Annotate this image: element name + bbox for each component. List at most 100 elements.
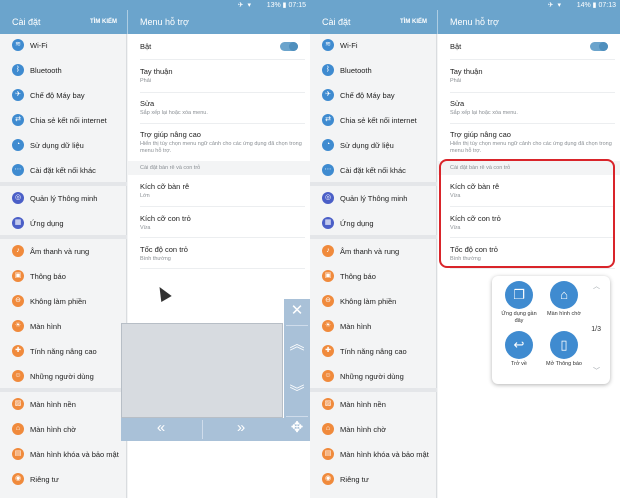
sidebar-item[interactable]: ◎ Quản lý Thông minh — [310, 187, 437, 211]
recent-apps-icon: ❐ — [513, 287, 525, 302]
item-title: Kích cỡ con trỏ — [140, 214, 191, 223]
sidebar-item-label: Tính năng nâng cao — [340, 347, 407, 356]
wifi-icon: ≋ — [12, 39, 24, 51]
scroll-right-icon[interactable]: » — [221, 419, 261, 436]
sidebar-item-label: Quản lý Thông minh — [340, 194, 408, 203]
sidebar-item[interactable]: ⇄ Chia sẻ kết nối internet — [310, 109, 437, 133]
item-title: Tay thuận — [450, 67, 483, 76]
sidebar-item[interactable]: ▨ Màn hình nền — [310, 393, 437, 417]
sidebar-item-label: Chia sẻ kết nối internet — [30, 116, 107, 125]
hotspot-icon: ⇄ — [12, 114, 24, 126]
sidebar-item[interactable]: ▣ Thông báo — [310, 265, 437, 289]
sidebar-item[interactable]: ♪ Âm thanh và rung — [0, 240, 127, 264]
do-not-disturb-icon: ⊖ — [12, 295, 24, 307]
item-sub: Bình thường — [140, 256, 171, 262]
touchpad-area[interactable] — [121, 323, 283, 418]
sidebar-item[interactable]: ☀ Màn hình — [310, 315, 437, 339]
privacy-icon: ◉ — [12, 473, 24, 485]
sidebar-item[interactable]: ✚ Tính năng nâng cao — [0, 340, 127, 364]
privacy-icon: ◉ — [322, 473, 334, 485]
sidebar-item-label: Âm thanh và rung — [30, 247, 90, 256]
sidebar-item-label: Cài đặt kết nối khác — [30, 166, 96, 175]
settings-sidebar: ≋ Wi-Fi ᛒ Bluetooth ✈ Chế độ Máy bay ⇄ Chia sẻ … — [310, 34, 437, 498]
sidebar-item[interactable]: ≋ Wi-Fi — [0, 34, 127, 58]
bluetooth-icon: ᛒ — [12, 64, 24, 76]
assist-plus-item[interactable]: Trợ giúp nâng cao Hiển thị tùy chọn menu… — [450, 130, 615, 155]
sidebar-item-label: Riêng tư — [30, 475, 59, 484]
sidebar-item[interactable]: ☀ Màn hình — [0, 315, 127, 339]
back-label: Trở về — [511, 361, 527, 367]
close-icon[interactable]: ✕ — [284, 301, 310, 319]
home-screen-icon: ⌂ — [322, 423, 334, 435]
sidebar-item-label: Wi-Fi — [30, 41, 48, 50]
sidebar-item[interactable]: ♪ Âm thanh và rung — [310, 240, 437, 264]
pointer-size-item[interactable]: Kích cỡ con trỏ Vừa — [140, 214, 305, 232]
sidebar-item[interactable]: ☺ Những người dùng — [0, 365, 127, 389]
scroll-up-icon[interactable]: ︽ — [284, 333, 310, 354]
chevron-up-icon[interactable]: ︿ — [593, 281, 600, 291]
sidebar-item[interactable]: ⌂ Màn hình chờ — [310, 418, 437, 442]
lock-icon: ▤ — [322, 448, 334, 460]
sidebar-item[interactable]: ◔ Sử dụng dữ liệu — [310, 134, 437, 158]
sidebar-item[interactable]: ⊖ Không làm phiền — [0, 290, 127, 314]
edit-item[interactable]: Sửa Sắp xếp lại hoặc xóa menu. — [450, 99, 615, 117]
scroll-down-icon[interactable]: ︾ — [284, 381, 310, 402]
sidebar-item[interactable]: ▣ Thông báo — [0, 265, 127, 289]
sidebar-item[interactable]: ▤ Màn hình khóa và bảo mật — [310, 443, 437, 467]
search-button[interactable]: TÌM KIẾM — [90, 19, 117, 25]
sidebar-item[interactable]: ▨ Màn hình nền — [0, 393, 127, 417]
move-icon[interactable]: ✥ — [284, 418, 310, 436]
sidebar-item[interactable]: ⊖ Không làm phiền — [310, 290, 437, 314]
sidebar-item[interactable]: ⋯ Cài đặt kết nối khác — [0, 159, 127, 183]
sidebar-item[interactable]: ▦ Ứng dụng — [310, 212, 437, 236]
sidebar-item[interactable]: ◎ Quản lý Thông minh — [0, 187, 127, 211]
menu-help-title: Menu hỗ trợ — [450, 17, 499, 27]
item-title: Tốc độ con trỏ — [140, 245, 188, 254]
sidebar-item[interactable]: ✚ Tính năng nâng cao — [310, 340, 437, 364]
home-button[interactable]: ⌂ — [550, 281, 578, 309]
assistant-toggle[interactable] — [280, 42, 298, 51]
sidebar-item[interactable]: ◉ Riêng tư — [0, 468, 127, 492]
sidebar-item[interactable]: ⇄ Chia sẻ kết nối internet — [0, 109, 127, 133]
status-text: 13% ▮ 07:15 — [266, 2, 306, 9]
notifications-button[interactable]: ▯ — [550, 331, 578, 359]
dominant-hand-item[interactable]: Tay thuận Phải — [450, 67, 615, 85]
sidebar-divider — [310, 182, 437, 186]
sidebar-item[interactable]: ⋯ Cài đặt kết nối khác — [310, 159, 437, 183]
home-label: Màn hình chờ — [547, 311, 581, 317]
menu-help-title: Menu hỗ trợ — [140, 17, 189, 27]
sidebar-item-label: Wi-Fi — [340, 41, 358, 50]
pointer-speed-item[interactable]: Tốc độ con trỏ Bình thường — [140, 245, 305, 263]
edit-item[interactable]: Sửa Sắp xếp lại hoặc xóa menu. — [140, 99, 305, 117]
sidebar-item-label: Riêng tư — [340, 475, 369, 484]
back-button[interactable]: ↩ — [505, 331, 533, 359]
pad-size-item[interactable]: Kích cỡ bàn rê Lớn — [140, 182, 305, 200]
notification-icon: ▣ — [12, 270, 24, 282]
wifi-icon: ≋ — [322, 39, 334, 51]
sidebar-item[interactable]: ᛒ Bluetooth — [0, 59, 127, 83]
more-connections-icon: ⋯ — [322, 164, 334, 176]
scroll-left-icon[interactable]: « — [141, 419, 181, 436]
sidebar-item[interactable]: ᛒ Bluetooth — [310, 59, 437, 83]
sidebar-item[interactable]: ✈ Chế độ Máy bay — [310, 84, 437, 108]
sidebar-item[interactable]: ▤ Màn hình khóa và bảo mật — [0, 443, 127, 467]
sidebar-item[interactable]: ▦ Ứng dụng — [0, 212, 127, 236]
sidebar-item[interactable]: ◉ Riêng tư — [310, 468, 437, 492]
sidebar-item[interactable]: ≋ Wi-Fi — [310, 34, 437, 58]
sidebar-item[interactable]: ⌂ Màn hình chờ — [0, 418, 127, 442]
assist-plus-item[interactable]: Trợ giúp nâng cao Hiển thị tùy chọn menu… — [140, 130, 305, 155]
sidebar-item[interactable]: ✈ Chế độ Máy bay — [0, 84, 127, 108]
recent-apps-button[interactable]: ❐ — [505, 281, 533, 309]
search-button[interactable]: TÌM KIẾM — [400, 19, 427, 25]
sidebar-item[interactable]: ☺ Những người dùng — [310, 365, 437, 389]
dominant-hand-item[interactable]: Tay thuận Phải — [140, 67, 305, 85]
assistant-toggle[interactable] — [590, 42, 608, 51]
display-icon: ☀ — [322, 320, 334, 332]
sidebar-item[interactable]: ◔ Sử dụng dữ liệu — [0, 134, 127, 158]
airplane-icon: ✈ — [322, 89, 334, 101]
wallpaper-icon: ▨ — [322, 398, 334, 410]
chevron-down-icon[interactable]: ﹀ — [593, 366, 600, 376]
app-bar: Cài đặt TÌM KIẾM Menu hỗ trợ — [0, 10, 310, 34]
sidebar-divider — [0, 388, 127, 392]
users-icon: ☺ — [12, 370, 24, 382]
